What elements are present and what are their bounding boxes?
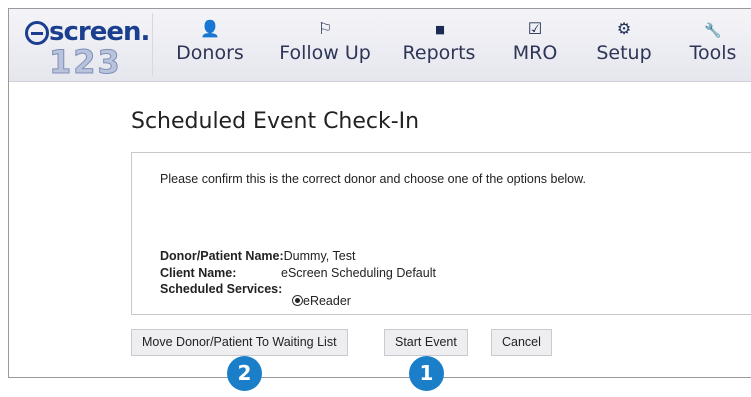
- donor-row: Donor/Patient Name:Dummy, Test: [160, 249, 355, 263]
- wrench-icon: 🔧: [704, 22, 722, 38]
- nav-follow-up[interactable]: ⚐ Follow Up: [275, 20, 375, 66]
- donor-value: Dummy, Test: [283, 249, 356, 263]
- donor-label: Donor/Patient Name:: [160, 249, 284, 263]
- nav-mro[interactable]: ☑ MRO: [507, 20, 563, 66]
- start-event-button[interactable]: Start Event: [384, 329, 468, 356]
- top-nav: screen. 123 👤 Donors ⚐ Follow Up ▮▮ Repo…: [9, 9, 751, 82]
- services-row: Scheduled Services:: [160, 282, 282, 296]
- escreen-logo[interactable]: screen. 123: [13, 13, 153, 82]
- client-label: Client Name:: [160, 266, 237, 280]
- nav-tools[interactable]: 🔧 Tools: [685, 20, 741, 66]
- gear-icon: ⚙: [616, 21, 632, 38]
- nav-reports[interactable]: ▮▮ Reports: [401, 20, 477, 66]
- client-row: Client Name: eScreen Scheduling Default: [160, 266, 436, 280]
- confirm-message: Please confirm this is the correct donor…: [160, 172, 586, 186]
- logo-number: 123: [49, 43, 122, 82]
- checkin-panel: Please confirm this is the correct donor…: [131, 152, 751, 315]
- nav-donors-label: Donors: [176, 42, 244, 64]
- nav-reports-label: Reports: [402, 42, 476, 64]
- nav-donors[interactable]: 👤 Donors: [175, 20, 245, 66]
- radio-selected-icon[interactable]: [292, 295, 303, 306]
- flag-icon: ⚐: [317, 21, 333, 38]
- app-window: screen. 123 👤 Donors ⚐ Follow Up ▮▮ Repo…: [8, 8, 751, 378]
- nav-setup-label: Setup: [596, 42, 652, 64]
- callout-1-badge: 1: [409, 356, 444, 391]
- nav-tools-label: Tools: [689, 42, 737, 64]
- client-value: eScreen Scheduling Default: [281, 266, 436, 280]
- bar-chart-icon: ▮▮: [434, 24, 445, 36]
- move-to-waiting-list-button[interactable]: Move Donor/Patient To Waiting List: [131, 329, 348, 356]
- service-option[interactable]: eReader: [292, 294, 351, 308]
- callout-2-badge: 2: [227, 356, 262, 391]
- page-title: Scheduled Event Check-In: [131, 109, 420, 134]
- services-label: Scheduled Services:: [160, 282, 283, 296]
- logo-e-icon: [25, 21, 49, 45]
- service-option-label: eReader: [303, 294, 351, 308]
- nav-follow-up-label: Follow Up: [279, 42, 371, 64]
- nav-setup[interactable]: ⚙ Setup: [595, 20, 653, 66]
- cancel-button[interactable]: Cancel: [491, 329, 552, 356]
- person-icon: 👤: [200, 21, 220, 38]
- nav-mro-label: MRO: [512, 42, 558, 64]
- clipboard-check-icon: ☑: [527, 21, 543, 38]
